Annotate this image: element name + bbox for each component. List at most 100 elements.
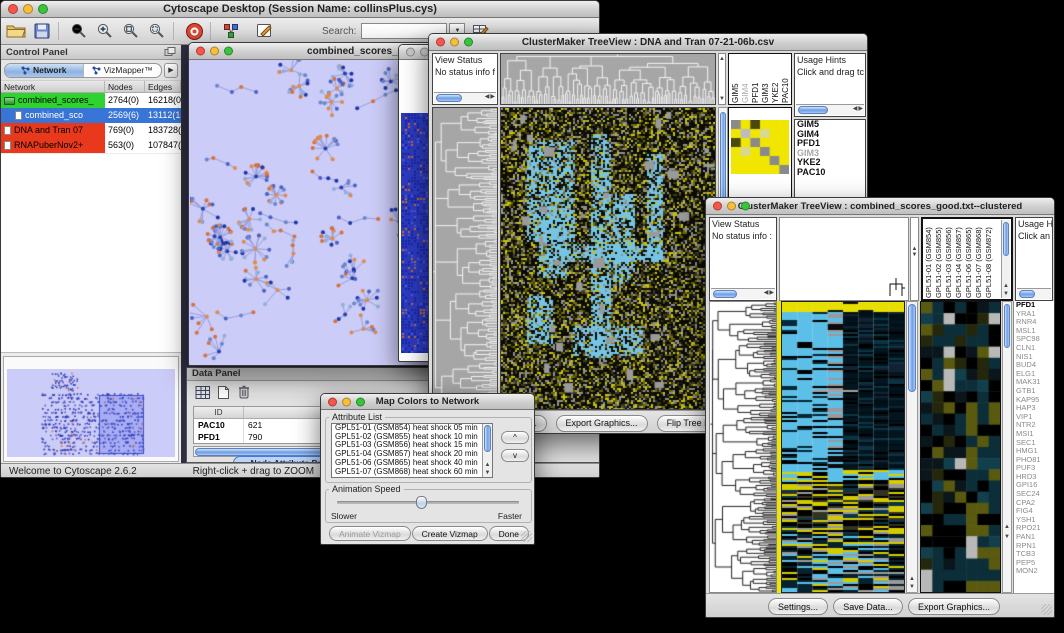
scroll-down-icon[interactable]: ▼ [483, 470, 492, 476]
column-label[interactable]: GPL51-04 (GSM857) [954, 220, 964, 298]
dialog-button[interactable]: Animate Vizmap [329, 526, 411, 541]
column-label[interactable]: GPL51-08 (GSM872) [984, 220, 994, 298]
listbox-vscrollbar[interactable]: ▲ ▼ [482, 424, 492, 477]
network-row[interactable]: RNAPuberNov2+ 563(0) 107847(0) [1, 138, 181, 153]
usage-hints-hscrollbar[interactable] [1017, 288, 1051, 299]
annotation-button[interactable] [254, 21, 276, 41]
column-label[interactable]: GPL51-02 (GSM855) [934, 220, 944, 298]
scroll-up-icon[interactable]: ▲ [483, 462, 492, 468]
network-row[interactable]: DNA and Tran 07 769(0) 183728(0) [1, 123, 181, 138]
column-dendrogram[interactable] [501, 54, 715, 104]
zoom-fit-button[interactable] [120, 21, 142, 41]
main-titlebar[interactable]: Cytoscape Desktop (Session Name: collins… [1, 1, 599, 18]
column-label[interactable]: GPL51-07 (GSM868) [974, 220, 984, 298]
help-button[interactable] [183, 21, 205, 41]
close-button[interactable] [8, 4, 18, 14]
network-row[interactable]: combined_scores_ 2764(0) 16218(0) [1, 93, 181, 108]
scroll-up-icon[interactable]: ▲ [719, 56, 725, 62]
network-overview-panel[interactable] [3, 356, 179, 462]
minimize-button[interactable] [342, 397, 351, 406]
dialog-button[interactable]: Create Vizmap [412, 526, 488, 541]
close-button[interactable] [406, 48, 415, 57]
heatmap-panel[interactable] [781, 301, 905, 593]
zoom-in-button[interactable] [94, 21, 116, 41]
view-status-hscrollbar[interactable]: ◀▶ [711, 288, 775, 299]
vizmapper-shortcut-button[interactable] [220, 21, 242, 41]
scroll-up-icon[interactable]: ▲ [907, 576, 917, 582]
gene-label[interactable]: MON2 [1014, 567, 1054, 576]
treeview2-button[interactable]: Export Graphics... [908, 598, 1000, 615]
heatmap-vscrollbar[interactable]: ▲ ▼ [906, 301, 918, 593]
scroll-left-icon[interactable]: ◀ [853, 106, 858, 112]
row-dendrogram[interactable] [433, 108, 497, 409]
dialog-titlebar[interactable]: Map Colors to Network [321, 394, 534, 410]
column-header[interactable]: Network [1, 81, 105, 93]
close-button[interactable] [328, 397, 337, 406]
zoom-vscrollbar[interactable]: ▲ ▼ [1002, 301, 1012, 593]
hscroll-thumb[interactable] [1019, 290, 1035, 298]
treeview2-button[interactable]: Save Data... [833, 598, 903, 615]
scroll-up-icon[interactable]: ▲ [1003, 524, 1011, 530]
heatmap-panel[interactable] [500, 107, 716, 410]
mini-heatmap[interactable] [731, 120, 789, 174]
minimize-button[interactable] [450, 38, 459, 47]
dendrogram-scroll-strip[interactable]: ▲ ▼ [718, 53, 726, 105]
move-up-button[interactable]: ^ [501, 431, 529, 444]
hscroll-thumb[interactable] [436, 94, 462, 102]
column-label[interactable]: GIM5 [731, 55, 741, 103]
column-label[interactable]: PFD1 [751, 55, 761, 103]
window-controls[interactable] [328, 397, 365, 406]
usage-hints-hscrollbar[interactable]: ◀▶ [796, 104, 864, 115]
column-label[interactable]: YKE2 [771, 55, 781, 103]
column-label[interactable]: GPL51-03 (GSM856) [944, 220, 954, 298]
column-label[interactable]: GPL51-01 (GSM854) [924, 220, 934, 298]
column-tree-panel[interactable] [779, 217, 909, 301]
zoom-selected-button[interactable] [146, 21, 168, 41]
float-panel-icon[interactable] [164, 47, 176, 57]
create-attribute-button[interactable] [217, 385, 230, 405]
treeview1-button[interactable]: Export Graphics... [556, 415, 648, 432]
vscroll-thumb[interactable] [1004, 304, 1010, 348]
minimize-button[interactable] [210, 47, 219, 56]
zoom-out-button[interactable] [68, 21, 90, 41]
treeview1-titlebar[interactable]: ClusterMaker TreeView : DNA and Tran 07-… [429, 34, 867, 51]
hscroll-thumb[interactable] [798, 106, 828, 114]
view-status-hscrollbar[interactable]: ◀▶ [434, 92, 496, 103]
scroll-down-icon[interactable]: ▼ [1002, 291, 1010, 297]
tree-scroll-strip[interactable]: ▲ ▼ [910, 217, 919, 301]
attribute-column-header[interactable]: ID [194, 407, 244, 418]
open-session-button[interactable] [5, 21, 27, 41]
attribute-select-button[interactable] [195, 385, 211, 405]
resize-grip[interactable] [521, 531, 532, 542]
window-controls[interactable] [436, 38, 473, 47]
gene-label[interactable]: PAC10 [795, 168, 865, 178]
window-controls[interactable] [713, 202, 750, 211]
save-session-button[interactable] [31, 21, 53, 41]
scroll-left-icon[interactable]: ◀ [485, 94, 490, 100]
tab-overflow-button[interactable]: ▶ [164, 63, 178, 78]
vscroll-thumb[interactable] [1003, 222, 1009, 256]
scroll-right-icon[interactable]: ▶ [769, 290, 774, 296]
network-overview-thumbnail[interactable] [7, 369, 175, 457]
heatmap-canvas[interactable] [782, 302, 904, 592]
treeview2-titlebar[interactable]: ClusterMaker TreeView : combined_scores_… [706, 198, 1054, 215]
scroll-right-icon[interactable]: ▶ [490, 94, 495, 100]
scroll-down-icon[interactable]: ▼ [1003, 534, 1011, 540]
column-label[interactable]: GIM4 [741, 55, 751, 103]
speed-slider-track[interactable] [337, 501, 519, 504]
row-dendrogram-panel[interactable] [709, 301, 777, 593]
control-panel-tab[interactable]: VizMapper™ [84, 64, 162, 77]
delete-attribute-button[interactable] [237, 384, 251, 405]
window-controls[interactable] [196, 47, 233, 56]
column-header[interactable]: Edges [145, 81, 181, 93]
hscroll-thumb[interactable] [713, 290, 737, 298]
speed-slider-thumb[interactable] [416, 496, 427, 509]
zoom-button[interactable] [38, 4, 48, 14]
resize-grip[interactable] [1041, 604, 1052, 615]
move-down-button[interactable]: v [501, 449, 529, 462]
scroll-down-icon[interactable]: ▼ [719, 96, 725, 102]
zoom-heatmap-panel[interactable] [920, 301, 1001, 593]
scroll-down-icon[interactable]: ▼ [911, 252, 918, 258]
vscroll-thumb[interactable] [484, 425, 491, 452]
close-button[interactable] [713, 202, 722, 211]
